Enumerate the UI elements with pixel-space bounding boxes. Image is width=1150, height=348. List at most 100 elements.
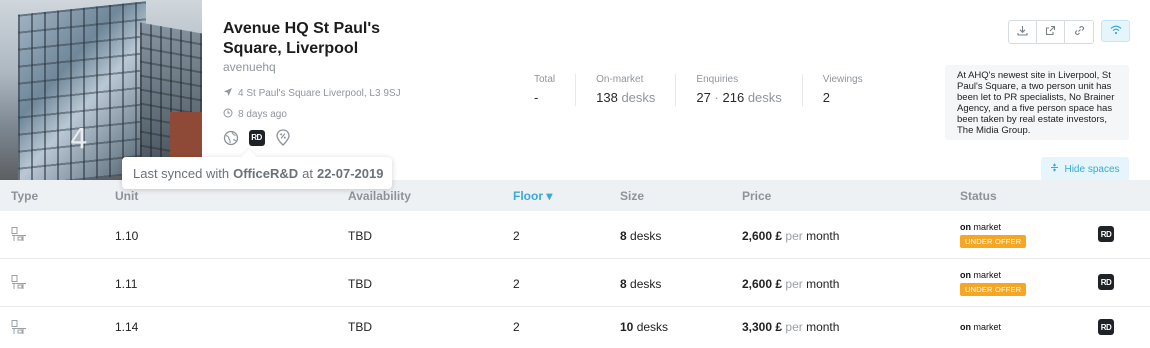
tooltip-prefix: Last synced with xyxy=(133,165,230,181)
stats-bar: Total - On-market 138 desks Enquiries 27… xyxy=(534,74,903,106)
stat-enquiries-unit: desks xyxy=(747,90,782,105)
size-value: 8 xyxy=(620,229,627,243)
col-price[interactable]: Price xyxy=(742,189,771,203)
last-updated: 8 days ago xyxy=(223,108,287,121)
property-photo[interactable]: 4 xyxy=(0,0,202,180)
col-type[interactable]: Type xyxy=(11,189,38,203)
wifi-icon xyxy=(1110,22,1122,40)
download-icon xyxy=(1017,23,1028,41)
stat-total-label: Total xyxy=(534,74,556,85)
stat-enquiries: Enquiries 27 · 216 desks xyxy=(696,74,803,106)
stat-on-market-value: 138 xyxy=(596,90,618,105)
status-market: market xyxy=(973,322,1002,332)
location-arrow-icon xyxy=(223,87,233,100)
stat-enquiries-desks: 216 xyxy=(722,90,745,105)
cell-size: 8 desks xyxy=(620,229,661,243)
cell-status: on market UNDER OFFER xyxy=(960,270,1027,296)
col-unit[interactable]: Unit xyxy=(115,189,138,203)
globe-icon[interactable] xyxy=(222,129,239,146)
tooltip-at: at xyxy=(302,165,313,181)
updated-text: 8 days ago xyxy=(238,109,287,120)
desk-type-icon xyxy=(11,274,27,295)
stat-viewings-label: Viewings xyxy=(822,74,863,85)
status-market: market xyxy=(973,222,1002,232)
desk-type-icon xyxy=(11,319,27,340)
table-row[interactable]: 1.10 TBD 2 8 desks 2,600 £ per month on … xyxy=(0,211,1150,259)
col-availability[interactable]: Availability xyxy=(348,189,411,203)
col-size[interactable]: Size xyxy=(620,189,644,203)
price-amount: 2,600 £ xyxy=(742,277,783,291)
cell-status: on market UNDER OFFER xyxy=(960,222,1027,248)
external-link-icon xyxy=(1045,23,1056,41)
open-external-button[interactable] xyxy=(1037,21,1065,43)
cell-price: 2,600 £ per month xyxy=(742,277,839,291)
tooltip-date: 22-07-2019 xyxy=(316,165,384,181)
collapse-icon xyxy=(1050,163,1059,175)
officernd-row-icon[interactable]: RD xyxy=(1098,319,1114,335)
link-icon xyxy=(1074,23,1085,41)
price-period: month xyxy=(806,320,840,334)
size-unit: desks xyxy=(630,277,662,291)
copy-link-button[interactable] xyxy=(1065,21,1093,43)
col-floor[interactable]: Floor ▾ xyxy=(513,189,552,203)
officernd-row-icon[interactable]: RD xyxy=(1098,274,1114,290)
col-floor-label: Floor xyxy=(513,189,543,203)
clock-icon xyxy=(223,108,233,121)
stat-viewings-value: 2 xyxy=(822,90,831,105)
size-value: 8 xyxy=(620,277,627,291)
broadcast-button[interactable] xyxy=(1101,20,1130,42)
tooltip-source: OfficeR&D xyxy=(233,165,299,181)
cell-floor: 2 xyxy=(513,320,520,334)
cell-floor: 2 xyxy=(513,277,520,291)
property-address: 4 St Paul's Square Liverpool, L3 9SJ xyxy=(223,87,401,100)
action-toolbar xyxy=(1008,20,1094,44)
table-row[interactable]: 1.11 TBD 2 8 desks 2,600 £ per month on … xyxy=(0,259,1150,307)
cell-price: 2,600 £ per month xyxy=(742,229,839,243)
officernd-channel-icon[interactable]: RD xyxy=(248,129,265,146)
cell-unit: 1.14 xyxy=(115,320,139,334)
cell-size: 8 desks xyxy=(620,277,661,291)
cell-unit: 1.10 xyxy=(115,229,139,243)
sort-desc-icon: ▾ xyxy=(546,189,553,203)
price-per: per xyxy=(785,277,803,291)
stat-total: Total - xyxy=(534,74,577,106)
size-unit: desks xyxy=(630,229,662,243)
cell-availability: TBD xyxy=(348,229,372,243)
price-amount: 3,300 £ xyxy=(742,320,783,334)
under-offer-badge: UNDER OFFER xyxy=(960,283,1027,296)
status-on: on xyxy=(960,270,971,280)
under-offer-badge: UNDER OFFER xyxy=(960,235,1027,248)
photo-number: 4 xyxy=(70,122,88,155)
status-on: on xyxy=(960,222,971,232)
hide-spaces-button[interactable]: Hide spaces xyxy=(1041,157,1129,181)
table-row[interactable]: 1.14 TBD 2 10 desks 3,300 £ per month on… xyxy=(0,307,1150,348)
cell-availability: TBD xyxy=(348,277,372,291)
cell-price: 3,300 £ per month xyxy=(742,320,839,334)
hide-spaces-label: Hide spaces xyxy=(1064,163,1120,175)
cell-status: on market xyxy=(960,322,1001,332)
stat-on-market-label: On-market xyxy=(596,74,644,85)
property-handle: avenuehq xyxy=(223,60,276,74)
sync-tooltip: Last synced with OfficeR&D at 22-07-2019 xyxy=(122,157,392,189)
property-description: At AHQ's newest site in Liverpool, St Pa… xyxy=(945,65,1129,140)
cell-floor: 2 xyxy=(513,229,520,243)
stat-total-value: - xyxy=(534,90,539,105)
stat-on-market-unit: desks xyxy=(621,90,656,105)
stat-enquiries-value: 27 xyxy=(696,90,711,105)
address-text: 4 St Paul's Square Liverpool, L3 9SJ xyxy=(238,88,401,99)
stat-enquiries-label: Enquiries xyxy=(696,74,739,85)
stat-on-market: On-market 138 desks xyxy=(596,74,677,106)
map-pin-percent-icon[interactable] xyxy=(274,129,291,146)
col-status[interactable]: Status xyxy=(960,189,997,203)
cell-availability: TBD xyxy=(348,320,372,334)
cell-size: 10 desks xyxy=(620,320,668,334)
officernd-row-icon[interactable]: RD xyxy=(1098,226,1114,242)
stat-enquiries-sep: · xyxy=(714,90,719,105)
property-title: Avenue HQ St Paul's Square, Liverpool xyxy=(223,20,381,57)
price-per: per xyxy=(785,229,803,243)
price-period: month xyxy=(806,277,840,291)
download-button[interactable] xyxy=(1009,21,1037,43)
size-unit: desks xyxy=(636,320,669,334)
stat-viewings: Viewings 2 xyxy=(823,74,883,106)
price-amount: 2,600 £ xyxy=(742,229,783,243)
